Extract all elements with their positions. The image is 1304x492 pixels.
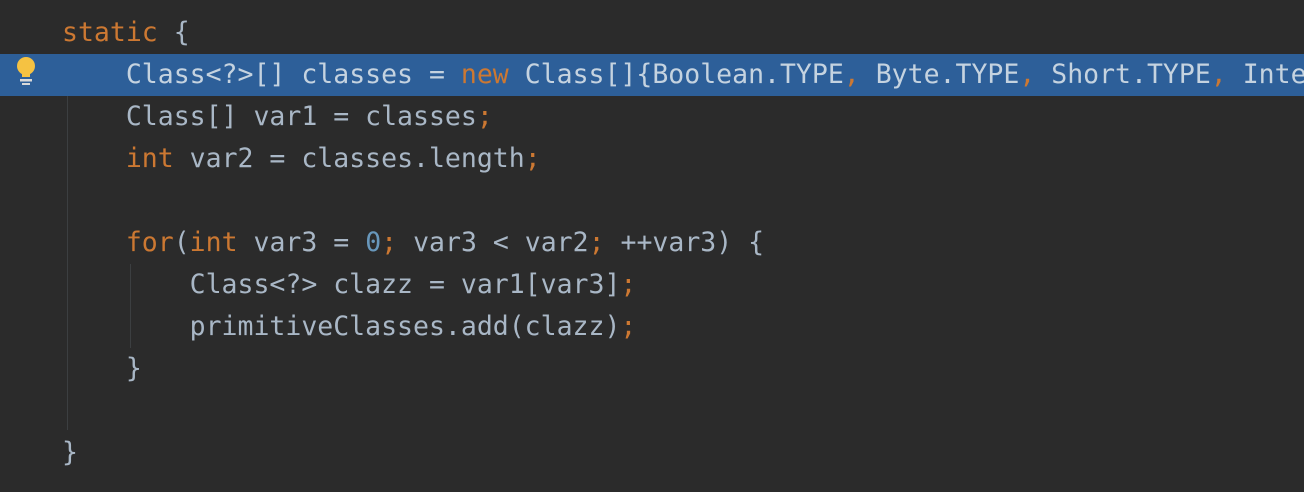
code-token: Class[] var1 = classes <box>125 101 477 132</box>
code-line-text: Class<?> clazz = var1[var3]; <box>62 264 637 306</box>
code-token: Class<?>[] classes = <box>125 59 461 90</box>
punctuation-token: ; <box>476 101 493 132</box>
code-token: ++var3) { <box>604 227 765 258</box>
code-line[interactable]: for(int var3 = 0; var3 < var2; ++var3) { <box>0 222 1304 264</box>
code-token: ( <box>173 227 190 258</box>
keyword-token: new <box>460 59 509 90</box>
code-line[interactable]: static { <box>0 12 1304 54</box>
code-line[interactable]: } <box>0 348 1304 390</box>
punctuation-token: ; <box>620 269 637 300</box>
punctuation-token: ; <box>588 227 605 258</box>
code-token: } <box>125 353 142 384</box>
code-line-text: primitiveClasses.add(clazz); <box>62 306 637 348</box>
code-line-text: } <box>62 348 142 390</box>
code-line[interactable] <box>0 390 1304 432</box>
punctuation-token: , <box>1019 59 1036 90</box>
code-line-text: } <box>62 432 78 474</box>
code-token: primitiveClasses.add(clazz) <box>189 311 621 342</box>
code-token: Class[]{Boolean.TYPE <box>508 59 844 90</box>
code-token: var3 = <box>237 227 366 258</box>
code-token: var3 < var2 <box>397 227 589 258</box>
code-token: Inte <box>1226 59 1304 90</box>
current-code-line[interactable]: Class<?>[] classes = new Class[]{Boolean… <box>0 54 1304 96</box>
keyword-token: int <box>189 227 238 258</box>
code-line-text: static { <box>62 12 190 54</box>
code-line[interactable]: primitiveClasses.add(clazz); <box>0 306 1304 348</box>
punctuation-token: , <box>843 59 860 90</box>
code-line-text: for(int var3 = 0; var3 < var2; ++var3) { <box>62 222 764 264</box>
code-token: Class<?> clazz = var1[var3] <box>189 269 621 300</box>
code-line[interactable]: int var2 = classes.length; <box>0 138 1304 180</box>
keyword-token: for <box>125 227 174 258</box>
code-token: } <box>62 437 78 468</box>
number-token: 0 <box>365 227 382 258</box>
code-token: { <box>157 17 190 48</box>
intention-bulb-icon[interactable] <box>14 56 38 86</box>
code-line[interactable]: Class<?> clazz = var1[var3]; <box>0 264 1304 306</box>
punctuation-token: ; <box>524 143 541 174</box>
keyword-token: static <box>62 17 158 48</box>
punctuation-token: ; <box>620 311 637 342</box>
punctuation-token: ; <box>381 227 398 258</box>
keyword-token: int <box>125 143 174 174</box>
code-line-text: Class<?>[] classes = new Class[]{Boolean… <box>62 54 1304 96</box>
code-token: Byte.TYPE <box>859 59 1020 90</box>
code-line[interactable]: } <box>0 432 1304 474</box>
code-line-text: Class[] var1 = classes; <box>62 96 493 138</box>
code-line-text: int var2 = classes.length; <box>62 138 541 180</box>
punctuation-token: , <box>1210 59 1227 90</box>
code-editor[interactable]: static { Class<?>[] classes = new Class[… <box>0 0 1304 492</box>
code-token: Short.TYPE <box>1035 59 1211 90</box>
code-token: var2 = classes.length <box>173 143 525 174</box>
code-line[interactable] <box>0 180 1304 222</box>
code-line[interactable]: Class[] var1 = classes; <box>0 96 1304 138</box>
